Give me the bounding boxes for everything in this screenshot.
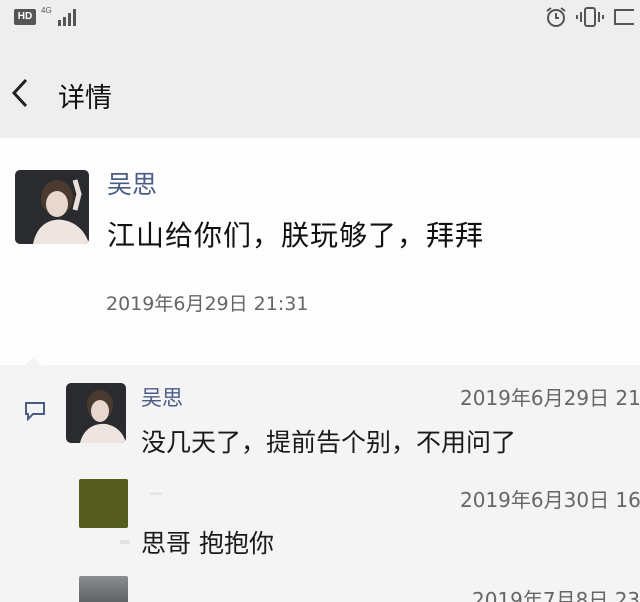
comment-text: 思哥 抱抱你 <box>141 529 274 558</box>
comment-text: 没几天了，提前告个别，不用问了 <box>141 428 517 457</box>
comment-author-name[interactable] <box>150 492 162 495</box>
post-author-name[interactable]: 吴思 <box>107 165 157 201</box>
page-title: 详情 <box>58 83 112 114</box>
decorative-dot <box>120 540 130 544</box>
alarm-icon <box>546 7 566 27</box>
signal-icon <box>58 9 76 26</box>
comment-section: 吴思 2019年6月29日 21 没几天了，提前告个别，不用问了 2019年6月… <box>0 365 640 602</box>
post-timestamp: 2019年6月29日 21:31 <box>106 293 309 315</box>
network-type-label: 4G <box>41 6 52 15</box>
comment-timestamp: 2019年7月8日 23 <box>472 588 640 602</box>
comment-timestamp: 2019年6月30日 16 <box>460 488 640 512</box>
post-text: 江山给你们，朕玩够了，拜拜 <box>107 219 485 252</box>
vibrate-icon <box>576 7 604 27</box>
header-bar: 详情 <box>0 36 640 138</box>
comment-author-name[interactable]: 吴思 <box>141 382 183 412</box>
comment-timestamp: 2019年6月29日 21 <box>460 386 640 410</box>
comment-icon[interactable] <box>24 401 46 421</box>
back-chevron-icon[interactable] <box>6 76 36 110</box>
commenter-avatar[interactable] <box>79 576 128 602</box>
author-avatar[interactable] <box>15 170 89 244</box>
moment-post: 吴思 江山给你们，朕玩够了，拜拜 2019年6月29日 21:31 <box>0 138 640 365</box>
battery-icon <box>614 9 634 25</box>
commenter-avatar[interactable] <box>66 383 126 443</box>
status-bar: HD 4G <box>0 0 640 36</box>
commenter-avatar[interactable] <box>79 479 128 528</box>
hd-badge: HD <box>14 9 36 25</box>
